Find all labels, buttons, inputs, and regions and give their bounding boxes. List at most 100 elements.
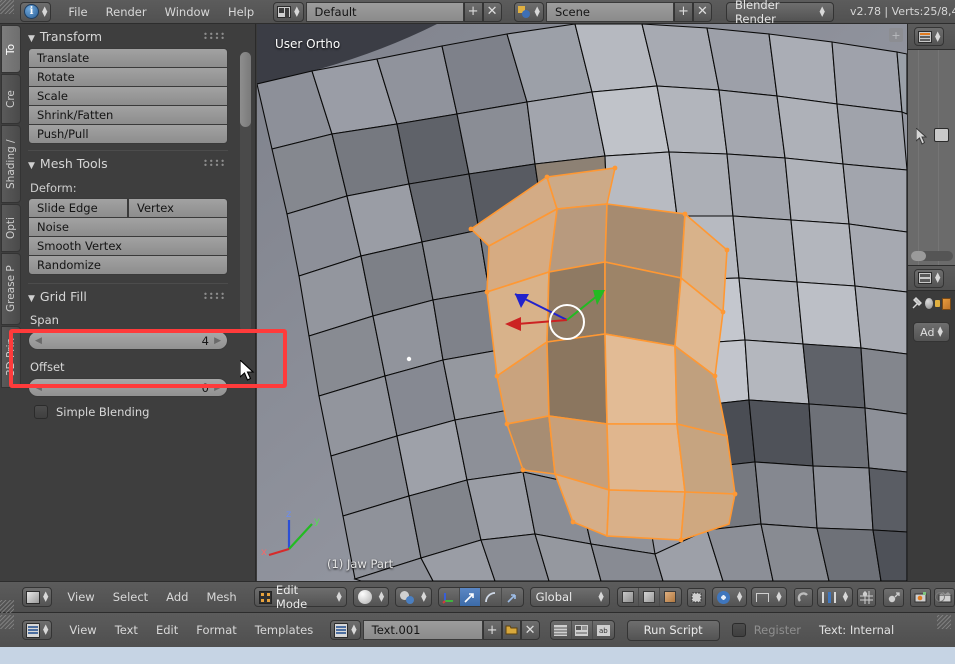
text-menu-templates[interactable]: Templates [246, 623, 322, 637]
text-menu-view[interactable]: View [60, 623, 105, 637]
new-text-button[interactable]: + [482, 620, 502, 640]
toolshelf-tab-grease-pencil[interactable]: Grease P [1, 253, 21, 325]
scene-name-field[interactable]: Scene [545, 1, 674, 22]
toolshelf-scrollbar[interactable] [240, 52, 251, 332]
translate-manipulator-icon[interactable] [459, 588, 481, 606]
tool-scale[interactable]: Scale [28, 86, 228, 106]
tool-icon[interactable] [925, 298, 933, 309]
face-select-icon[interactable] [660, 588, 681, 606]
scene-selector[interactable]: ▲ ▼ [513, 1, 544, 22]
add-modifier-dropdown[interactable]: Ad ▲ ▼ [913, 322, 950, 342]
snap-target-selector[interactable]: ▲ ▼ [816, 587, 854, 607]
transform-gizmo-icon[interactable] [439, 588, 460, 606]
text-name-field[interactable]: Text.001 [362, 620, 483, 640]
pivot-mode-selector[interactable]: ▲ ▼ [751, 587, 787, 607]
chevron-left-icon[interactable]: ◀ [35, 336, 42, 346]
tool-rotate[interactable]: Rotate [28, 67, 228, 87]
toolshelf-tab-tools[interactable]: To [1, 25, 21, 73]
edge-select-icon[interactable] [639, 588, 660, 606]
screen-name-field[interactable]: Default [305, 1, 464, 22]
vp-menu-add[interactable]: Add [157, 590, 197, 604]
render-engine-selector[interactable]: Blender Render ▲ ▼ [725, 0, 834, 26]
chevron-right-icon[interactable]: ▶ [214, 336, 221, 346]
save-text-button[interactable] [501, 620, 521, 640]
vp-menu-mesh[interactable]: Mesh [197, 590, 245, 604]
snap-element-icon[interactable] [857, 587, 877, 607]
editor-type-selector[interactable]: i ▲ ▼ [20, 1, 52, 22]
scale-manipulator-icon[interactable] [502, 588, 523, 606]
3d-viewport[interactable]: z y x User Ortho (1) Jaw Part + [257, 24, 907, 581]
delete-scene-button[interactable]: ✕ [692, 1, 712, 22]
text-menu-edit[interactable]: Edit [147, 623, 187, 637]
vp-menu-select[interactable]: Select [104, 590, 157, 604]
toolshelf-tab-create[interactable]: Cre [1, 74, 21, 124]
header-corner-grab[interactable] [0, 0, 14, 14]
delete-screen-button[interactable]: ✕ [482, 1, 502, 22]
simple-blending-checkbox[interactable] [34, 405, 48, 419]
interaction-mode-selector[interactable]: Edit Mode ▲ ▼ [253, 583, 347, 611]
tool-shrink-fatten[interactable]: Shrink/Fatten [28, 105, 228, 125]
register-checkbox[interactable] [731, 623, 746, 637]
tool-slide-edge[interactable]: Slide Edge [28, 198, 128, 218]
simple-blending-row[interactable]: Simple Blending [28, 397, 228, 419]
scrollbar-thumb[interactable] [911, 251, 926, 261]
menu-window[interactable]: Window [156, 5, 219, 19]
toolshelf-tab-shading[interactable]: Shading / [1, 125, 21, 203]
panel-header-transform[interactable]: ▼ Transform •••• •••• [22, 24, 234, 48]
vp-menu-view[interactable]: View [58, 590, 103, 604]
text-editor-selector[interactable]: ▲ ▼ [22, 620, 53, 640]
magnet-icon[interactable] [793, 587, 813, 607]
word-wrap-icon[interactable] [572, 621, 593, 639]
toolshelf-tab-3d-print[interactable]: 3D Prin [1, 326, 21, 388]
transform-orientation-selector[interactable]: Global ▲ ▼ [529, 587, 610, 607]
scrollbar-thumb[interactable] [240, 52, 251, 127]
outliner-hscrollbar[interactable] [911, 251, 953, 261]
panel-header-mesh-tools[interactable]: ▼ Mesh Tools •••• •••• [22, 151, 234, 175]
toolshelf-tab-options[interactable]: Opti [1, 204, 21, 252]
text-menu-text[interactable]: Text [106, 623, 147, 637]
viewport-expand-icon[interactable]: + [889, 28, 903, 42]
object-icon[interactable] [941, 297, 951, 310]
text-datablock-selector[interactable]: ▲ ▼ [330, 620, 361, 640]
line-numbers-icon[interactable] [551, 621, 572, 639]
text-menu-format[interactable]: Format [187, 623, 246, 637]
textbar-corner-grab-right[interactable] [937, 615, 951, 629]
render-camera-icon[interactable] [934, 128, 949, 142]
rotate-manipulator-icon[interactable] [481, 588, 502, 606]
menu-render[interactable]: Render [97, 5, 156, 19]
chevron-right-icon[interactable]: ▶ [214, 383, 221, 393]
offset-slider[interactable]: ◀ 0 ▶ [28, 378, 228, 397]
add-screen-button[interactable]: + [463, 1, 483, 22]
viewport-editor-selector[interactable]: ▲ ▼ [22, 587, 53, 607]
outliner-body[interactable] [908, 50, 955, 265]
textbar-corner-grab[interactable] [0, 615, 14, 629]
tool-randomize[interactable]: Randomize [28, 255, 228, 275]
tool-smooth-vertex[interactable]: Smooth Vertex [28, 236, 228, 256]
viewport-shading-selector[interactable]: ▲ ▼ [352, 587, 390, 607]
tool-noise[interactable]: Noise [28, 217, 228, 237]
chevron-left-icon[interactable]: ◀ [35, 383, 42, 393]
tool-translate[interactable]: Translate [28, 48, 228, 68]
render-image-icon[interactable] [910, 587, 932, 607]
menu-file[interactable]: File [59, 5, 96, 19]
add-scene-button[interactable]: + [673, 1, 693, 22]
pivot-point-selector[interactable]: ▲ ▼ [711, 587, 748, 607]
overlay-selector[interactable]: ▲ ▼ [395, 587, 432, 607]
tool-vertex[interactable]: Vertex [128, 198, 228, 218]
span-slider[interactable]: ◀ 4 ▶ [28, 331, 228, 350]
viewport-header-dot[interactable] [935, 592, 945, 602]
outliner-editor-selector[interactable]: ▲ ▼ [914, 27, 945, 46]
vertex-select-icon[interactable] [618, 588, 639, 606]
syntax-highlight-icon[interactable]: ab [593, 621, 614, 639]
pin-icon[interactable] [912, 297, 923, 310]
menu-help[interactable]: Help [219, 5, 263, 19]
unlink-text-button[interactable]: ✕ [520, 620, 540, 640]
limit-selection-icon[interactable] [686, 587, 706, 607]
tool-push-pull[interactable]: Push/Pull [28, 124, 228, 144]
panel-header-grid-fill[interactable]: ▼ Grid Fill •••• •••• [22, 284, 234, 308]
screen-layout-selector[interactable]: ▲ ▼ [273, 1, 304, 22]
proportional-edit-icon[interactable] [883, 587, 905, 607]
run-script-button[interactable]: Run Script [626, 619, 720, 641]
footer-corner-grab[interactable] [0, 600, 14, 614]
properties-editor-selector[interactable]: ▲ ▼ [914, 268, 945, 288]
